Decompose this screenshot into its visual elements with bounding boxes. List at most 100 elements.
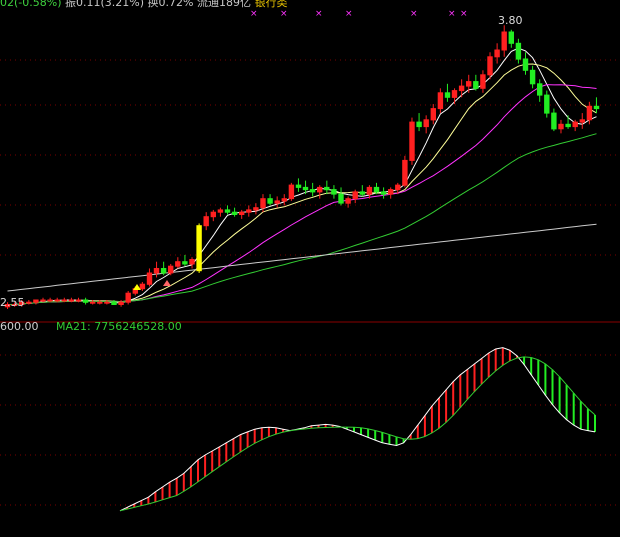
ma20-line <box>7 84 597 305</box>
candle-body <box>111 301 117 306</box>
candle-body <box>572 121 578 128</box>
signal-marker: × <box>345 9 353 19</box>
candle-body <box>97 301 103 304</box>
ma5-line <box>7 47 597 305</box>
candle-body <box>388 189 394 195</box>
candle-body <box>224 209 231 213</box>
candle-body <box>267 198 273 204</box>
candle-body <box>189 259 195 265</box>
candle-body <box>508 31 515 44</box>
candle-body <box>47 299 53 302</box>
candle-body <box>529 69 536 85</box>
amplitude-text: 振0.11(3.21%) <box>65 0 145 9</box>
indicator-axis-value: 600.00 <box>0 320 39 333</box>
candle-body <box>366 186 373 195</box>
candle-body <box>40 299 46 302</box>
candle-body <box>68 299 75 302</box>
candle-body <box>139 283 146 290</box>
candle-body <box>210 211 217 218</box>
candle-body <box>373 186 380 193</box>
candle-body <box>515 42 522 60</box>
candle-body <box>345 198 351 204</box>
candle-body <box>239 211 245 215</box>
indicator-ma-label: MA21: 7756246528.00 <box>56 320 182 333</box>
candle-body <box>260 198 266 209</box>
change-text: 02(-0.58%) <box>0 0 62 9</box>
sector-text: 银行类 <box>254 0 288 9</box>
candle-body <box>168 265 174 274</box>
candle-body <box>558 123 564 130</box>
candle-body <box>473 81 479 89</box>
candle-body <box>466 81 472 87</box>
ma120-line <box>7 223 597 292</box>
high-price-label: 3.80 <box>498 14 523 27</box>
candle-body <box>246 209 252 213</box>
stock-header: 02(-0.58%) 振0.11(3.21%) 换0.72% 流通189亿 银行… <box>0 0 287 10</box>
candle-body <box>416 121 422 128</box>
candle-body <box>317 186 323 193</box>
candle-body <box>544 94 550 114</box>
candle-body <box>501 31 507 51</box>
candle-body <box>331 189 337 195</box>
signal-marker: × <box>410 9 418 19</box>
candle-body <box>75 299 82 302</box>
candle-body <box>359 191 366 195</box>
signal-marker: × <box>280 9 288 19</box>
candle-body <box>175 261 181 267</box>
turnover-text: 换0.72% <box>147 0 194 9</box>
candle-body <box>153 268 160 274</box>
candle-body <box>295 184 302 188</box>
candle-body <box>451 90 458 98</box>
candle-body <box>90 301 96 304</box>
candle-body <box>196 225 202 272</box>
candle-body <box>480 74 486 89</box>
candle-body <box>61 299 67 302</box>
candle-body <box>352 191 358 200</box>
up-arrow-icon <box>163 280 171 286</box>
candle-body <box>458 85 465 92</box>
candle-body <box>54 299 60 302</box>
candle-body <box>125 292 131 303</box>
candle-body <box>274 200 280 204</box>
candle-body <box>26 301 32 304</box>
signal-marker: × <box>315 9 323 19</box>
candle-body <box>402 159 408 186</box>
candle-body <box>395 184 401 191</box>
candle-body <box>593 105 600 110</box>
candle-body <box>146 272 153 285</box>
candle-body <box>231 211 238 215</box>
candle-body <box>253 207 259 211</box>
candle-body <box>380 191 387 195</box>
candle-body <box>565 123 571 128</box>
candle-body <box>324 186 330 191</box>
candle-body <box>160 268 167 274</box>
signal-marker: × <box>448 9 456 19</box>
candle-body <box>33 299 39 303</box>
candle-body <box>288 184 295 200</box>
float-cap-text: 流通189亿 <box>196 0 251 9</box>
chart-svg[interactable]: × × × × × × × <box>0 0 620 533</box>
indicator-header: 600.00 MA21: 7756246528.00 <box>0 320 182 333</box>
candle-body <box>437 92 444 110</box>
candle-body <box>309 189 316 193</box>
candle-body <box>551 112 557 130</box>
candle-body <box>586 105 593 121</box>
candle-body <box>217 209 224 213</box>
candle-body <box>104 301 110 304</box>
candle-body <box>281 198 288 202</box>
signal-marker: × <box>460 9 468 19</box>
candle-body <box>494 49 500 58</box>
signal-marker: × <box>250 9 258 19</box>
candle-body <box>409 121 415 161</box>
candle-body <box>302 186 309 191</box>
candle-body <box>487 56 493 76</box>
candle-body <box>182 261 188 265</box>
chart-stage: × × × × × × × 02(-0.58%) 振0.11(3.21%) 换0.72% 流… <box>0 0 620 533</box>
candle-body <box>203 216 209 227</box>
candle-body <box>423 119 429 128</box>
candle-body <box>118 301 124 306</box>
candle-body <box>522 58 529 71</box>
candle-body <box>338 193 344 204</box>
low-price-label: 2.55 <box>0 296 25 309</box>
osc-signal-line <box>119 356 596 512</box>
